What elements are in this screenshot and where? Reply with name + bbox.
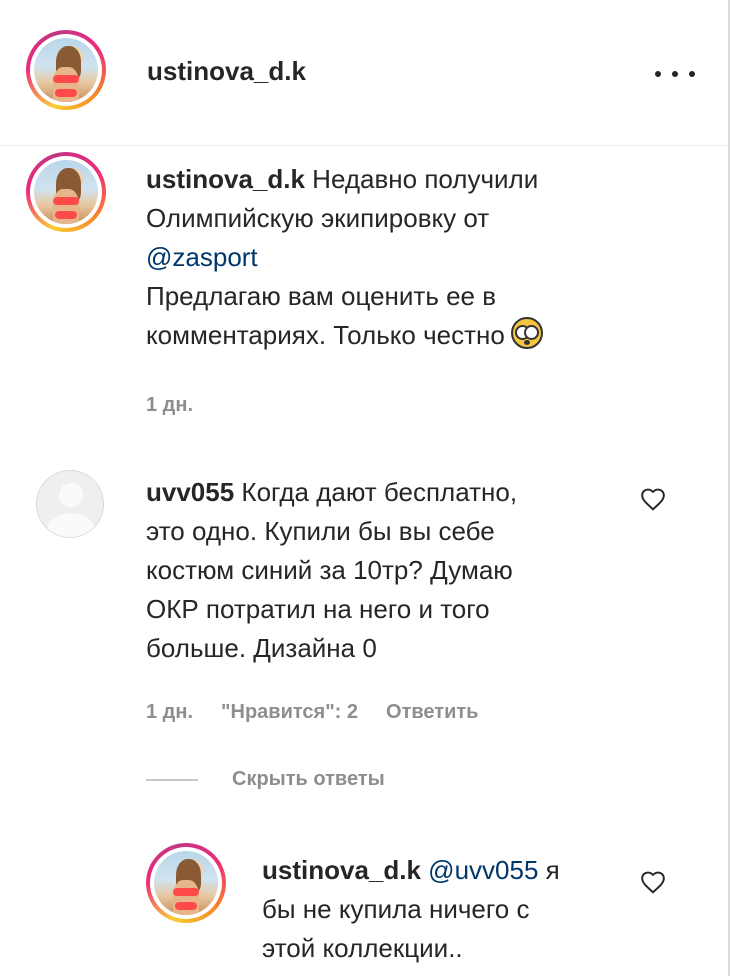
reply-text: ustinova_d.k @uvv055 я бы не купила ниче…	[262, 851, 622, 968]
comment-username[interactable]: uvv055	[146, 477, 234, 507]
comment-line: костюм синий за 10тр? Думаю	[146, 555, 513, 585]
comment-meta: 1 дн. "Нравится": 2 Ответить	[146, 701, 478, 724]
comment-avatar[interactable]	[36, 470, 104, 538]
caption-line: Предлагаю вам оценить ее в	[146, 281, 497, 311]
reply-line: я	[545, 855, 560, 885]
header-username[interactable]: ustinova_d.k	[147, 56, 306, 87]
caption-meta: 1 дн.	[146, 394, 193, 417]
like-reply-heart-icon[interactable]	[640, 870, 666, 894]
reply-username[interactable]: ustinova_d.k	[262, 855, 421, 885]
caption-username[interactable]: ustinova_d.k	[146, 164, 305, 194]
flushed-face-icon	[510, 317, 543, 349]
caption-timestamp[interactable]: 1 дн.	[146, 394, 193, 417]
comment-line: ОКР потратил на него и того	[146, 594, 490, 624]
post-header: ustinova_d.k	[0, 0, 728, 146]
caption-line: Недавно получили	[312, 164, 539, 194]
hide-replies-label: Скрыть ответы	[232, 768, 385, 790]
comment-line: Когда дают бесплатно,	[241, 477, 518, 507]
caption-line: Олимпийскую экипировку от	[146, 203, 490, 233]
reply-line: этой коллекции..	[262, 933, 463, 963]
reply-button[interactable]: Ответить	[386, 701, 478, 724]
more-options-icon[interactable]	[655, 64, 695, 84]
comment-timestamp[interactable]: 1 дн.	[146, 701, 193, 724]
reply-line: бы не купила ничего с	[262, 894, 530, 924]
caption-text: ustinova_d.k Недавно получили Олимпийску…	[146, 160, 666, 355]
comment-line: больше. Дизайна 0	[146, 633, 377, 663]
like-comment-heart-icon[interactable]	[640, 487, 666, 511]
comment-line: это одно. Купили бы вы себе	[146, 516, 495, 546]
reply-mention-link[interactable]: @uvv055	[428, 855, 538, 885]
caption-avatar[interactable]	[26, 152, 106, 232]
replies-divider-line	[146, 778, 198, 781]
comment-text: uvv055 Когда дают бесплатно, это одно. К…	[146, 473, 626, 668]
comment-likes-count[interactable]: "Нравится": 2	[221, 701, 358, 724]
post-comments-panel: ustinova_d.k ustinova_d.k Недавно получи…	[0, 0, 730, 976]
caption-line: комментариях. Только честно	[146, 320, 505, 350]
avatar[interactable]	[26, 30, 106, 110]
caption-mention-link[interactable]: @zasport	[146, 242, 258, 272]
reply-avatar[interactable]	[146, 843, 226, 923]
hide-replies-button[interactable]: Скрыть ответы	[146, 768, 385, 791]
